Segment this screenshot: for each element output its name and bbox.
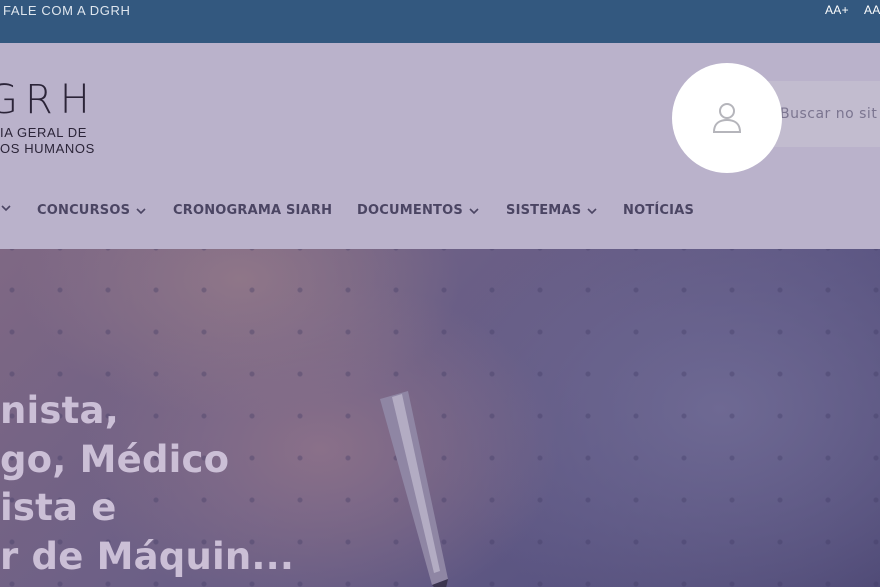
hero-banner[interactable]: nista, go, Médico ista e r de Máquin...	[0, 249, 880, 587]
hero-pencil-illustration	[380, 391, 448, 587]
top-bar: FALE COM A DGRH AA+ AA	[0, 0, 880, 43]
font-decrease-button[interactable]: AA	[864, 3, 880, 17]
main-nav: CONCURSOS CRONOGRAMA SIARH DOCUMENTOS SI…	[0, 203, 880, 227]
user-icon	[712, 103, 742, 133]
logo-text-line-2: OS HUMANOS	[0, 141, 95, 156]
nav-item-label: CONCURSOS	[37, 203, 131, 218]
nav-item-label: CRONOGRAMA SIARH	[173, 203, 333, 218]
nav-item-label: DOCUMENTOS	[357, 203, 463, 218]
hero-title-line: go, Médico	[0, 437, 230, 481]
user-login-button[interactable]	[672, 63, 782, 173]
nav-item-sistemas[interactable]: SISTEMAS	[506, 203, 597, 218]
hero-title-line: r de Máquin...	[0, 534, 295, 578]
chevron-down-icon	[469, 207, 479, 214]
nav-item-label: SISTEMAS	[506, 203, 582, 218]
nav-item-cronograma-siarh[interactable]: CRONOGRAMA SIARH	[173, 203, 332, 218]
hero-title-line: nista,	[0, 389, 119, 432]
logo-text-line-1: IA GERAL DE	[0, 125, 88, 140]
hero-title-line: ista e	[0, 486, 117, 529]
chevron-down-icon	[1, 205, 11, 212]
logo-mark: GRH	[0, 77, 97, 123]
site-header: GRH IA GERAL DE OS HUMANOS CONCURSOS CRO…	[0, 43, 880, 249]
contact-link[interactable]: FALE COM A DGRH	[3, 3, 130, 18]
nav-item-documentos[interactable]: DOCUMENTOS	[357, 203, 479, 218]
chevron-down-icon	[136, 207, 146, 214]
nav-item-label: NOTÍCIAS	[623, 203, 695, 218]
nav-item-noticias[interactable]: NOTÍCIAS	[623, 203, 694, 218]
nav-item-truncated[interactable]	[0, 203, 11, 213]
font-increase-button[interactable]: AA+	[825, 3, 849, 17]
nav-item-concursos[interactable]: CONCURSOS	[37, 203, 146, 218]
chevron-down-icon	[587, 207, 597, 214]
site-logo[interactable]: GRH IA GERAL DE OS HUMANOS	[0, 73, 100, 163]
hero-title[interactable]: nista, go, Médico ista e r de Máquin...	[0, 387, 294, 581]
